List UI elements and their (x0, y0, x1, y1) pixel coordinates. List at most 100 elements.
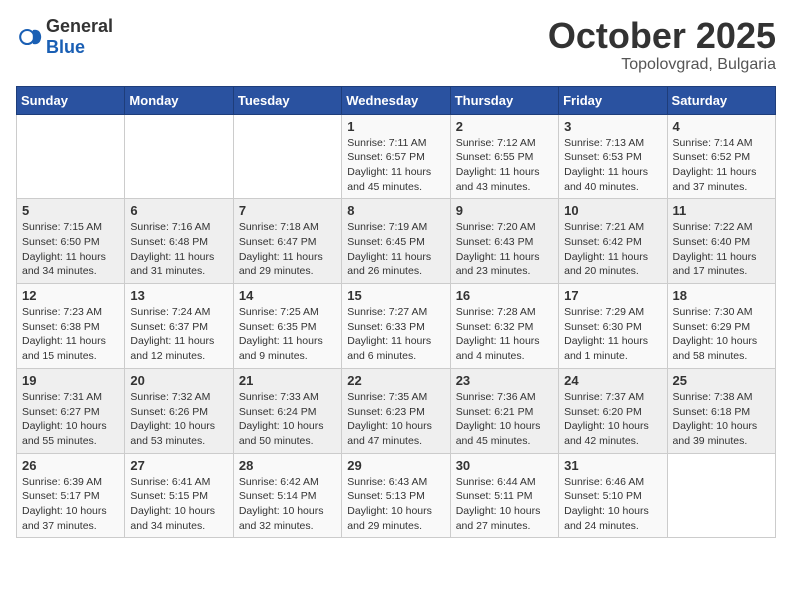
logo-icon (16, 23, 44, 51)
day-info: Sunrise: 7:15 AM Sunset: 6:50 PM Dayligh… (22, 220, 119, 279)
day-info: Sunrise: 7:37 AM Sunset: 6:20 PM Dayligh… (564, 390, 661, 449)
day-info: Sunrise: 7:24 AM Sunset: 6:37 PM Dayligh… (130, 305, 227, 364)
calendar-week-row: 1Sunrise: 7:11 AM Sunset: 6:57 PM Daylig… (17, 114, 776, 199)
day-info: Sunrise: 7:38 AM Sunset: 6:18 PM Dayligh… (673, 390, 770, 449)
day-info: Sunrise: 6:44 AM Sunset: 5:11 PM Dayligh… (456, 475, 553, 534)
day-number: 21 (239, 373, 336, 388)
calendar-cell (233, 114, 341, 199)
calendar-cell: 1Sunrise: 7:11 AM Sunset: 6:57 PM Daylig… (342, 114, 450, 199)
weekday-header: Monday (125, 86, 233, 114)
day-number: 30 (456, 458, 553, 473)
day-info: Sunrise: 7:30 AM Sunset: 6:29 PM Dayligh… (673, 305, 770, 364)
day-number: 26 (22, 458, 119, 473)
calendar-cell: 25 Sunrise: 7:38 AM Sunset: 6:18 PM Dayli… (667, 368, 775, 453)
calendar-cell: 16 Sunrise: 7:28 AM Sunset: 6:32 PM Dayli… (450, 284, 558, 369)
day-number: 22 (347, 373, 444, 388)
weekday-header: Tuesday (233, 86, 341, 114)
month-title: October 2025 (548, 16, 776, 56)
weekday-header: Saturday (667, 86, 775, 114)
day-number: 25 (673, 373, 770, 388)
calendar-cell: 21 Sunrise: 7:33 AM Sunset: 6:24 PM Dayli… (233, 368, 341, 453)
day-info: Sunrise: 7:23 AM Sunset: 6:38 PM Dayligh… (22, 305, 119, 364)
calendar-cell: 7Sunrise: 7:18 AM Sunset: 6:47 PM Daylig… (233, 199, 341, 284)
day-info: Sunrise: 7:28 AM Sunset: 6:32 PM Dayligh… (456, 305, 553, 364)
day-info: Sunrise: 6:39 AM Sunset: 5:17 PM Dayligh… (22, 475, 119, 534)
calendar-cell: 23 Sunrise: 7:36 AM Sunset: 6:21 PM Dayli… (450, 368, 558, 453)
day-info: Sunrise: 7:16 AM Sunset: 6:48 PM Dayligh… (130, 220, 227, 279)
logo-general: General (46, 16, 113, 36)
day-number: 28 (239, 458, 336, 473)
calendar-cell: 30 Sunrise: 6:44 AM Sunset: 5:11 PM Dayli… (450, 453, 558, 538)
calendar-cell (667, 453, 775, 538)
day-number: 24 (564, 373, 661, 388)
day-number: 8 (347, 203, 444, 218)
calendar-cell: 12 Sunrise: 7:23 AM Sunset: 6:38 PM Dayli… (17, 284, 125, 369)
calendar-cell: 15Sunrise: 7:27 AM Sunset: 6:33 PM Dayli… (342, 284, 450, 369)
day-number: 3 (564, 119, 661, 134)
calendar-cell (17, 114, 125, 199)
day-info: Sunrise: 7:33 AM Sunset: 6:24 PM Dayligh… (239, 390, 336, 449)
day-number: 23 (456, 373, 553, 388)
day-info: Sunrise: 7:35 AM Sunset: 6:23 PM Dayligh… (347, 390, 444, 449)
day-info: Sunrise: 7:31 AM Sunset: 6:27 PM Dayligh… (22, 390, 119, 449)
calendar-week-row: 5 Sunrise: 7:15 AM Sunset: 6:50 PM Daylig… (17, 199, 776, 284)
day-number: 29 (347, 458, 444, 473)
day-number: 10 (564, 203, 661, 218)
calendar-cell: 8 Sunrise: 7:19 AM Sunset: 6:45 PM Daylig… (342, 199, 450, 284)
calendar-week-row: 26 Sunrise: 6:39 AM Sunset: 5:17 PM Dayli… (17, 453, 776, 538)
calendar-cell: 4 Sunrise: 7:14 AM Sunset: 6:52 PM Daylig… (667, 114, 775, 199)
calendar-cell: 17Sunrise: 7:29 AM Sunset: 6:30 PM Dayli… (559, 284, 667, 369)
calendar-cell: 3 Sunrise: 7:13 AM Sunset: 6:53 PM Daylig… (559, 114, 667, 199)
day-number: 16 (456, 288, 553, 303)
calendar-cell: 11 Sunrise: 7:22 AM Sunset: 6:40 PM Dayli… (667, 199, 775, 284)
day-info: Sunrise: 7:19 AM Sunset: 6:45 PM Dayligh… (347, 220, 444, 279)
day-info: Sunrise: 7:12 AM Sunset: 6:55 PM Dayligh… (456, 136, 553, 195)
day-number: 9 (456, 203, 553, 218)
title-area: October 2025 Topolovgrad, Bulgaria (548, 16, 776, 74)
calendar-table: SundayMondayTuesdayWednesdayThursdayFrid… (16, 86, 776, 539)
logo-blue: Blue (46, 37, 85, 57)
day-number: 11 (673, 203, 770, 218)
calendar-cell: 24 Sunrise: 7:37 AM Sunset: 6:20 PM Dayli… (559, 368, 667, 453)
day-number: 13 (130, 288, 227, 303)
calendar-cell: 5 Sunrise: 7:15 AM Sunset: 6:50 PM Daylig… (17, 199, 125, 284)
calendar-cell: 26 Sunrise: 6:39 AM Sunset: 5:17 PM Dayli… (17, 453, 125, 538)
weekday-header-row: SundayMondayTuesdayWednesdayThursdayFrid… (17, 86, 776, 114)
day-number: 5 (22, 203, 119, 218)
weekday-header: Sunday (17, 86, 125, 114)
calendar-cell: 28Sunrise: 6:42 AM Sunset: 5:14 PM Dayli… (233, 453, 341, 538)
day-number: 14 (239, 288, 336, 303)
day-number: 19 (22, 373, 119, 388)
day-info: Sunrise: 7:32 AM Sunset: 6:26 PM Dayligh… (130, 390, 227, 449)
day-number: 4 (673, 119, 770, 134)
weekday-header: Thursday (450, 86, 558, 114)
weekday-header: Friday (559, 86, 667, 114)
calendar-cell: 18 Sunrise: 7:30 AM Sunset: 6:29 PM Dayli… (667, 284, 775, 369)
calendar-cell: 13 Sunrise: 7:24 AM Sunset: 6:37 PM Dayli… (125, 284, 233, 369)
calendar-cell: 6 Sunrise: 7:16 AM Sunset: 6:48 PM Daylig… (125, 199, 233, 284)
calendar-cell: 27Sunrise: 6:41 AM Sunset: 5:15 PM Dayli… (125, 453, 233, 538)
calendar-cell: 10Sunrise: 7:21 AM Sunset: 6:42 PM Dayli… (559, 199, 667, 284)
day-info: Sunrise: 7:13 AM Sunset: 6:53 PM Dayligh… (564, 136, 661, 195)
day-number: 6 (130, 203, 227, 218)
day-info: Sunrise: 7:25 AM Sunset: 6:35 PM Dayligh… (239, 305, 336, 364)
day-number: 2 (456, 119, 553, 134)
day-info: Sunrise: 7:20 AM Sunset: 6:43 PM Dayligh… (456, 220, 553, 279)
day-number: 17 (564, 288, 661, 303)
calendar-cell: 2 Sunrise: 7:12 AM Sunset: 6:55 PM Daylig… (450, 114, 558, 199)
day-info: Sunrise: 7:14 AM Sunset: 6:52 PM Dayligh… (673, 136, 770, 195)
logo: General Blue (16, 16, 113, 58)
day-info: Sunrise: 7:36 AM Sunset: 6:21 PM Dayligh… (456, 390, 553, 449)
day-number: 18 (673, 288, 770, 303)
day-info: Sunrise: 6:46 AM Sunset: 5:10 PM Dayligh… (564, 475, 661, 534)
day-info: Sunrise: 6:43 AM Sunset: 5:13 PM Dayligh… (347, 475, 444, 534)
day-info: Sunrise: 7:22 AM Sunset: 6:40 PM Dayligh… (673, 220, 770, 279)
calendar-cell: 22 Sunrise: 7:35 AM Sunset: 6:23 PM Dayli… (342, 368, 450, 453)
day-info: Sunrise: 7:27 AM Sunset: 6:33 PM Dayligh… (347, 305, 444, 364)
day-number: 12 (22, 288, 119, 303)
calendar-cell (125, 114, 233, 199)
calendar-week-row: 19 Sunrise: 7:31 AM Sunset: 6:27 PM Dayli… (17, 368, 776, 453)
day-info: Sunrise: 7:11 AM Sunset: 6:57 PM Dayligh… (347, 136, 444, 195)
day-number: 27 (130, 458, 227, 473)
calendar-cell: 19 Sunrise: 7:31 AM Sunset: 6:27 PM Dayli… (17, 368, 125, 453)
